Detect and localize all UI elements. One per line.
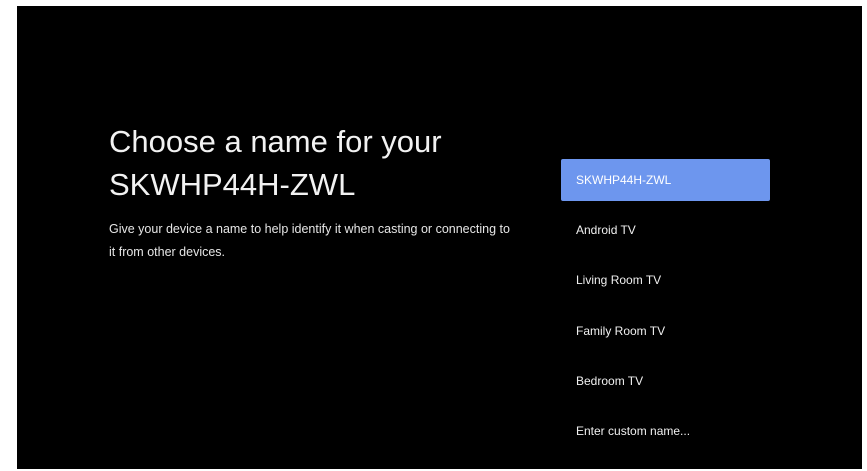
page-title: Choose a name for your SKWHP44H-ZWL bbox=[109, 120, 509, 206]
name-option-android-tv[interactable]: Android TV bbox=[561, 209, 770, 251]
name-option-family-room-tv[interactable]: Family Room TV bbox=[561, 310, 770, 352]
name-option-enter-custom-name[interactable]: Enter custom name... bbox=[561, 410, 770, 452]
name-option-living-room-tv[interactable]: Living Room TV bbox=[561, 259, 770, 301]
page-description: Give your device a name to help identify… bbox=[109, 222, 510, 259]
name-option-skwhp44h-zwl[interactable]: SKWHP44H-ZWL bbox=[561, 159, 770, 201]
page-title-line-1: Choose a name for your bbox=[109, 124, 442, 159]
tv-screen: Choose a name for your SKWHP44H-ZWL Give… bbox=[17, 6, 862, 469]
page-title-line-2: SKWHP44H-ZWL bbox=[109, 167, 356, 202]
device-name-list: SKWHP44H-ZWL Android TV Living Room TV F… bbox=[561, 159, 770, 460]
name-option-bedroom-tv[interactable]: Bedroom TV bbox=[561, 360, 770, 402]
